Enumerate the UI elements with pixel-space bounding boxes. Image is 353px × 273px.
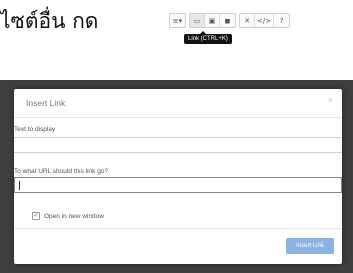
text-cursor [19, 181, 20, 190]
open-new-window-checkbox[interactable]: ✓ [32, 212, 40, 220]
dialog-title: Insert Link [26, 98, 66, 108]
text-to-display-label: Text to display [14, 126, 56, 133]
insert-link-button[interactable]: Insert Link [286, 238, 334, 254]
dialog-footer-divider [14, 228, 342, 229]
open-new-window-label: Open in new window [44, 212, 104, 220]
url-input[interactable] [14, 177, 342, 193]
fullscreen-icon[interactable]: ✕ [240, 14, 255, 27]
editor-toolbar: ≡▾ ▭ ▣ ◼ ✕ </> ? [169, 13, 341, 28]
video-icon[interactable]: ◼ [220, 14, 235, 27]
instruction-text: ไซต์อื่น กด [0, 9, 99, 33]
help-icon[interactable]: ? [274, 14, 289, 27]
code-view-icon[interactable]: </> [255, 14, 275, 27]
open-new-window-row[interactable]: ✓ Open in new window [32, 212, 104, 220]
text-to-display-input[interactable] [14, 137, 342, 153]
link-icon[interactable]: ▭ [190, 14, 205, 27]
toolbar-group-view: ✕ </> ? [239, 13, 291, 28]
close-icon[interactable]: × [328, 95, 333, 105]
dialog-header: Insert Link × [14, 89, 342, 118]
link-tooltip: Link (CTRL+K) [184, 31, 232, 44]
url-label: To what URL should this link go? [14, 168, 109, 175]
insert-link-dialog: Insert Link × Text to display To what UR… [14, 89, 342, 264]
picture-icon[interactable]: ▣ [205, 14, 220, 27]
toolbar-group-para: ≡▾ [169, 13, 186, 28]
list-style-icon[interactable]: ≡▾ [170, 14, 185, 27]
screen: ไซต์อื่น กด ≡▾ ▭ ▣ ◼ ✕ </> ? Link (CTRL+… [0, 0, 353, 273]
toolbar-group-insert: ▭ ▣ ◼ [189, 13, 236, 28]
